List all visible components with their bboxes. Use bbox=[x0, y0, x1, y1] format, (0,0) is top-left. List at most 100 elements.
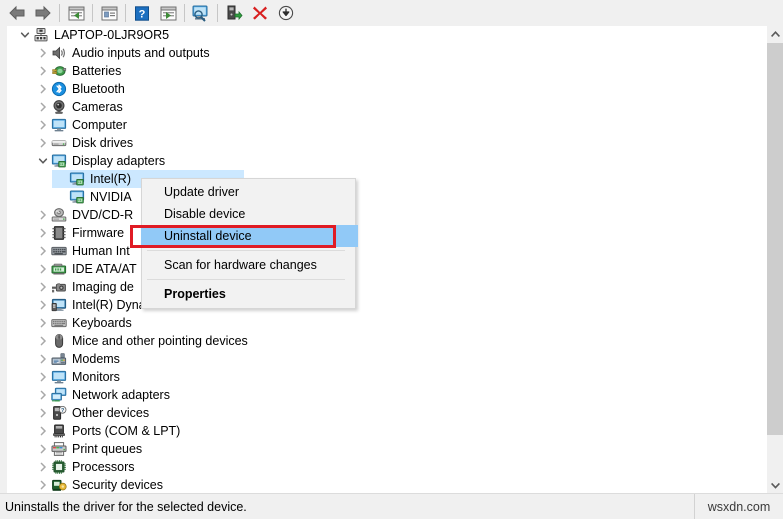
firmware-chip-icon bbox=[50, 224, 68, 242]
expand-chevron-icon[interactable] bbox=[36, 152, 50, 170]
expand-chevron-icon[interactable] bbox=[36, 278, 50, 296]
expand-chevron-icon[interactable] bbox=[36, 242, 50, 260]
tree-item[interactable]: Batteries bbox=[14, 62, 762, 80]
expand-chevron-icon[interactable] bbox=[36, 44, 50, 62]
tree-item-label: DVD/CD-R bbox=[72, 208, 134, 222]
menu-item-scan-for-hardware-changes[interactable]: Scan for hardware changes bbox=[142, 254, 355, 276]
other-device-icon: ? bbox=[50, 404, 68, 422]
expand-chevron-icon[interactable] bbox=[36, 62, 50, 80]
tree-item-label: Intel(R) bbox=[90, 172, 131, 186]
expand-chevron-icon[interactable] bbox=[36, 314, 50, 332]
menu-separator bbox=[147, 250, 345, 251]
vertical-scrollbar[interactable] bbox=[766, 26, 783, 494]
expand-chevron-icon[interactable] bbox=[54, 170, 68, 188]
tree-item[interactable]: Network adapters bbox=[14, 386, 762, 404]
tree-item[interactable]: Bluetooth bbox=[14, 80, 762, 98]
properties-button[interactable] bbox=[96, 1, 122, 25]
tree-item[interactable]: Processors bbox=[14, 458, 762, 476]
tree-item[interactable]: Disk drives bbox=[14, 134, 762, 152]
expand-chevron-icon[interactable] bbox=[36, 458, 50, 476]
tree-item[interactable]: Human Int bbox=[14, 242, 762, 260]
up-one-level-button[interactable] bbox=[63, 1, 89, 25]
speaker-icon bbox=[50, 44, 68, 62]
expand-chevron-icon[interactable] bbox=[36, 386, 50, 404]
toolbar-separator bbox=[217, 4, 218, 22]
tree-item[interactable]: IDE ATA/AT bbox=[14, 260, 762, 278]
menu-item-update-driver[interactable]: Update driver bbox=[142, 181, 355, 203]
tree-item-label: Print queues bbox=[72, 442, 143, 456]
tree-item[interactable]: Cameras bbox=[14, 98, 762, 116]
tree-item[interactable]: Monitors bbox=[14, 368, 762, 386]
tree-item[interactable]: Ports (COM & LPT) bbox=[14, 422, 762, 440]
expand-chevron-icon[interactable] bbox=[18, 26, 32, 44]
expand-chevron-icon[interactable] bbox=[36, 80, 50, 98]
tree-item[interactable]: Firmware bbox=[14, 224, 762, 242]
context-menu[interactable]: Update driver Disable device Uninstall dev… bbox=[141, 178, 358, 309]
tree-item-label: Security devices bbox=[72, 478, 164, 492]
tree-root-node[interactable]: LAPTOP-0LJR9OR5 bbox=[14, 26, 762, 44]
scroll-down-arrow-icon[interactable] bbox=[767, 477, 783, 494]
expand-chevron-icon[interactable] bbox=[36, 332, 50, 350]
tree-item-label: NVIDIA bbox=[90, 190, 132, 204]
expand-chevron-icon[interactable] bbox=[36, 134, 50, 152]
menu-item-uninstall-device[interactable]: Uninstall device bbox=[141, 225, 358, 247]
bluetooth-icon bbox=[50, 80, 68, 98]
tree-item[interactable]: Print queues bbox=[14, 440, 762, 458]
security-device-icon bbox=[50, 476, 68, 494]
hid-keyboard-icon bbox=[50, 242, 68, 260]
forward-button[interactable] bbox=[30, 1, 56, 25]
expand-chevron-icon[interactable] bbox=[36, 206, 50, 224]
scrollbar-track[interactable] bbox=[767, 43, 783, 477]
menu-item-disable-device[interactable]: Disable device bbox=[142, 203, 355, 225]
expand-chevron-icon[interactable] bbox=[36, 368, 50, 386]
uninstall-device-button[interactable] bbox=[247, 1, 273, 25]
scan-for-hardware-changes-button[interactable] bbox=[188, 1, 214, 25]
tree-item[interactable]: Computer bbox=[14, 116, 762, 134]
tree-item[interactable]: Modems bbox=[14, 350, 762, 368]
scrollbar-thumb[interactable] bbox=[767, 43, 783, 435]
expand-chevron-icon[interactable] bbox=[36, 440, 50, 458]
toolbar-separator bbox=[59, 4, 60, 22]
tree-item[interactable]: NVIDIA bbox=[14, 188, 762, 206]
tree-item[interactable]: Intel(R) bbox=[14, 170, 762, 188]
tree-item[interactable]: Security devices bbox=[14, 476, 762, 494]
update-driver-button[interactable] bbox=[221, 1, 247, 25]
expand-chevron-icon[interactable] bbox=[36, 476, 50, 494]
expand-chevron-icon[interactable] bbox=[36, 296, 50, 314]
status-bar-text: Uninstalls the driver for the selected d… bbox=[0, 494, 695, 519]
tree-item[interactable]: DVD/CD-R bbox=[14, 206, 762, 224]
keyboard-icon bbox=[50, 314, 68, 332]
tree-item[interactable]: Keyboards bbox=[14, 314, 762, 332]
camera-icon bbox=[50, 98, 68, 116]
tree-item[interactable]: ? Other devices bbox=[14, 404, 762, 422]
expand-chevron-icon[interactable] bbox=[36, 422, 50, 440]
modem-icon bbox=[50, 350, 68, 368]
disk-drive-icon bbox=[50, 134, 68, 152]
expand-chevron-icon[interactable] bbox=[36, 98, 50, 116]
expand-chevron-icon[interactable] bbox=[36, 224, 50, 242]
tree-item-label: Network adapters bbox=[72, 388, 170, 402]
expand-chevron-icon[interactable] bbox=[54, 188, 68, 206]
svg-text:?: ? bbox=[61, 408, 64, 414]
show-hide-console-tree-button[interactable] bbox=[155, 1, 181, 25]
tree-item[interactable]: Intel(R) Dynamic Platform and Thermal Fr… bbox=[14, 296, 762, 314]
tree-item[interactable]: Audio inputs and outputs bbox=[14, 44, 762, 62]
menu-item-properties[interactable]: Properties bbox=[142, 283, 355, 305]
printer-icon bbox=[50, 440, 68, 458]
expand-chevron-icon[interactable] bbox=[36, 350, 50, 368]
help-button[interactable]: ? bbox=[129, 1, 155, 25]
device-tree[interactable]: LAPTOP-0LJR9OR5 Audio inputs and outputs B… bbox=[14, 26, 762, 494]
tree-item[interactable]: Mice and other pointing devices bbox=[14, 332, 762, 350]
disable-device-button[interactable] bbox=[273, 1, 299, 25]
tree-item[interactable]: Display adapters bbox=[14, 152, 762, 170]
watermark: wsxdn.com bbox=[707, 499, 771, 514]
thermal-framework-icon bbox=[50, 296, 68, 314]
tree-item[interactable]: Imaging de bbox=[14, 278, 762, 296]
toolbar: ? bbox=[0, 0, 783, 27]
expand-chevron-icon[interactable] bbox=[36, 116, 50, 134]
display-adapter-icon bbox=[68, 188, 86, 206]
expand-chevron-icon[interactable] bbox=[36, 260, 50, 278]
expand-chevron-icon[interactable] bbox=[36, 404, 50, 422]
scroll-up-arrow-icon[interactable] bbox=[767, 26, 783, 43]
back-button[interactable] bbox=[4, 1, 30, 25]
